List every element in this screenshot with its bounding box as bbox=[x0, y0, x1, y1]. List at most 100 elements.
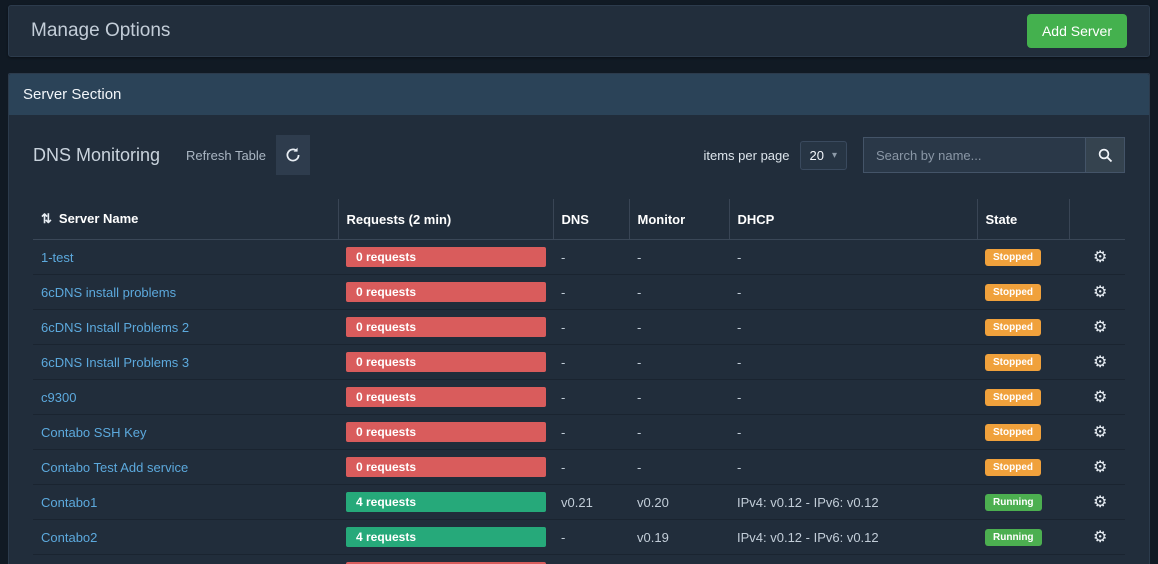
server-table: ⇅Server Name Requests (2 min) DNS Monito… bbox=[33, 199, 1125, 564]
requests-badge: 4 requests bbox=[346, 527, 546, 547]
monitor-version: - bbox=[629, 415, 729, 450]
column-header-actions bbox=[1069, 199, 1125, 240]
requests-badge: 0 requests bbox=[346, 317, 546, 337]
dns-version: - bbox=[553, 450, 629, 485]
requests-badge: 0 requests bbox=[346, 282, 546, 302]
dns-version: - bbox=[553, 555, 629, 564]
requests-badge: 0 requests bbox=[346, 422, 546, 442]
gear-icon[interactable]: ⚙ bbox=[1093, 284, 1107, 301]
state-badge: Stopped bbox=[985, 459, 1041, 476]
page-title: Manage Options bbox=[31, 20, 170, 42]
gear-icon[interactable]: ⚙ bbox=[1093, 459, 1107, 476]
state-badge: Stopped bbox=[985, 284, 1041, 301]
dns-version: - bbox=[553, 415, 629, 450]
toolbar-right: items per page 20 ▾ bbox=[704, 137, 1126, 173]
items-per-page-value: 20 bbox=[810, 148, 824, 163]
requests-badge: 4 requests bbox=[346, 492, 546, 512]
column-header-server-name[interactable]: ⇅Server Name bbox=[33, 199, 338, 240]
gear-icon[interactable]: ⚙ bbox=[1093, 249, 1107, 266]
gear-icon[interactable]: ⚙ bbox=[1093, 424, 1107, 441]
gear-icon[interactable]: ⚙ bbox=[1093, 389, 1107, 406]
column-header-monitor: Monitor bbox=[629, 199, 729, 240]
panel-body: DNS Monitoring Refresh Table items per p… bbox=[9, 115, 1149, 564]
table-toolbar: DNS Monitoring Refresh Table items per p… bbox=[33, 135, 1125, 175]
server-name-link[interactable]: Contabo SSH Key bbox=[41, 425, 147, 440]
gear-icon[interactable]: ⚙ bbox=[1093, 319, 1107, 336]
monitor-version: v0.20 bbox=[629, 485, 729, 520]
state-badge: Running bbox=[985, 494, 1042, 511]
sort-icon: ⇅ bbox=[41, 211, 52, 226]
monitor-version: - bbox=[629, 555, 729, 564]
dns-version: - bbox=[553, 275, 629, 310]
items-per-page-select[interactable]: 20 ▾ bbox=[800, 141, 848, 170]
dhcp-versions: - bbox=[729, 555, 977, 564]
table-row: 6cDNS Install Problems 2 0 requests - - … bbox=[33, 310, 1125, 345]
monitor-version: - bbox=[629, 310, 729, 345]
column-header-dhcp: DHCP bbox=[729, 199, 977, 240]
refresh-table-label: Refresh Table bbox=[186, 148, 266, 163]
dhcp-versions: - bbox=[729, 275, 977, 310]
requests-badge: 0 requests bbox=[346, 352, 546, 372]
dns-version: - bbox=[553, 520, 629, 555]
refresh-icon bbox=[285, 147, 301, 163]
server-name-link[interactable]: Contabo Test Add service bbox=[41, 460, 188, 475]
table-row: c9300 0 requests - - - Stopped ⚙ bbox=[33, 380, 1125, 415]
server-name-link[interactable]: Contabo1 bbox=[41, 495, 97, 510]
table-row: Demo Contabo1 0 requests - - - Stopped ⚙ bbox=[33, 555, 1125, 564]
top-bar: Manage Options Add Server bbox=[8, 5, 1150, 57]
column-header-state: State bbox=[977, 199, 1069, 240]
items-per-page-label: items per page bbox=[704, 148, 790, 163]
dns-version: v0.21 bbox=[553, 485, 629, 520]
server-name-link[interactable]: Contabo2 bbox=[41, 530, 97, 545]
chevron-down-icon: ▾ bbox=[832, 150, 837, 161]
state-badge: Running bbox=[985, 529, 1042, 546]
server-name-link[interactable]: c9300 bbox=[41, 390, 76, 405]
server-section-card: Server Section DNS Monitoring Refresh Ta… bbox=[8, 73, 1150, 564]
server-name-link[interactable]: 6cDNS install problems bbox=[41, 285, 176, 300]
state-badge: Stopped bbox=[985, 424, 1041, 441]
column-header-requests: Requests (2 min) bbox=[338, 199, 553, 240]
dhcp-versions: IPv4: v0.12 - IPv6: v0.12 bbox=[729, 485, 977, 520]
table-header-row: ⇅Server Name Requests (2 min) DNS Monito… bbox=[33, 199, 1125, 240]
search-input[interactable] bbox=[863, 137, 1085, 173]
state-badge: Stopped bbox=[985, 319, 1041, 336]
section-title: Server Section bbox=[9, 74, 1149, 115]
server-name-link[interactable]: 6cDNS Install Problems 3 bbox=[41, 355, 189, 370]
dhcp-versions: - bbox=[729, 415, 977, 450]
table-row: Contabo Test Add service 0 requests - - … bbox=[33, 450, 1125, 485]
monitor-version: - bbox=[629, 345, 729, 380]
dhcp-versions: - bbox=[729, 450, 977, 485]
search-button[interactable] bbox=[1085, 137, 1125, 173]
table-row: Contabo1 4 requests v0.21 v0.20 IPv4: v0… bbox=[33, 485, 1125, 520]
monitor-version: - bbox=[629, 275, 729, 310]
server-name-link[interactable]: 6cDNS Install Problems 2 bbox=[41, 320, 189, 335]
requests-badge: 0 requests bbox=[346, 247, 546, 267]
gear-icon[interactable]: ⚙ bbox=[1093, 494, 1107, 511]
dns-version: - bbox=[553, 240, 629, 275]
table-row: Contabo2 4 requests - v0.19 IPv4: v0.12 … bbox=[33, 520, 1125, 555]
dhcp-versions: - bbox=[729, 345, 977, 380]
monitor-version: - bbox=[629, 450, 729, 485]
dhcp-versions: - bbox=[729, 380, 977, 415]
add-server-button[interactable]: Add Server bbox=[1027, 14, 1127, 48]
gear-icon[interactable]: ⚙ bbox=[1093, 529, 1107, 546]
column-header-dns: DNS bbox=[553, 199, 629, 240]
requests-badge: 0 requests bbox=[346, 457, 546, 477]
panel-title: DNS Monitoring bbox=[33, 145, 160, 166]
dhcp-versions: - bbox=[729, 310, 977, 345]
server-table-body: 1-test 0 requests - - - Stopped ⚙ 6cDNS … bbox=[33, 240, 1125, 564]
dhcp-versions: IPv4: v0.12 - IPv6: v0.12 bbox=[729, 520, 977, 555]
dns-version: - bbox=[553, 345, 629, 380]
server-name-link[interactable]: 1-test bbox=[41, 250, 74, 265]
requests-badge: 0 requests bbox=[346, 387, 546, 407]
dns-version: - bbox=[553, 310, 629, 345]
search-icon bbox=[1098, 148, 1113, 163]
table-row: 6cDNS Install Problems 3 0 requests - - … bbox=[33, 345, 1125, 380]
refresh-button[interactable] bbox=[276, 135, 310, 175]
monitor-version: - bbox=[629, 240, 729, 275]
state-badge: Stopped bbox=[985, 354, 1041, 371]
table-row: Contabo SSH Key 0 requests - - - Stopped… bbox=[33, 415, 1125, 450]
state-badge: Stopped bbox=[985, 389, 1041, 406]
gear-icon[interactable]: ⚙ bbox=[1093, 354, 1107, 371]
monitor-version: v0.19 bbox=[629, 520, 729, 555]
